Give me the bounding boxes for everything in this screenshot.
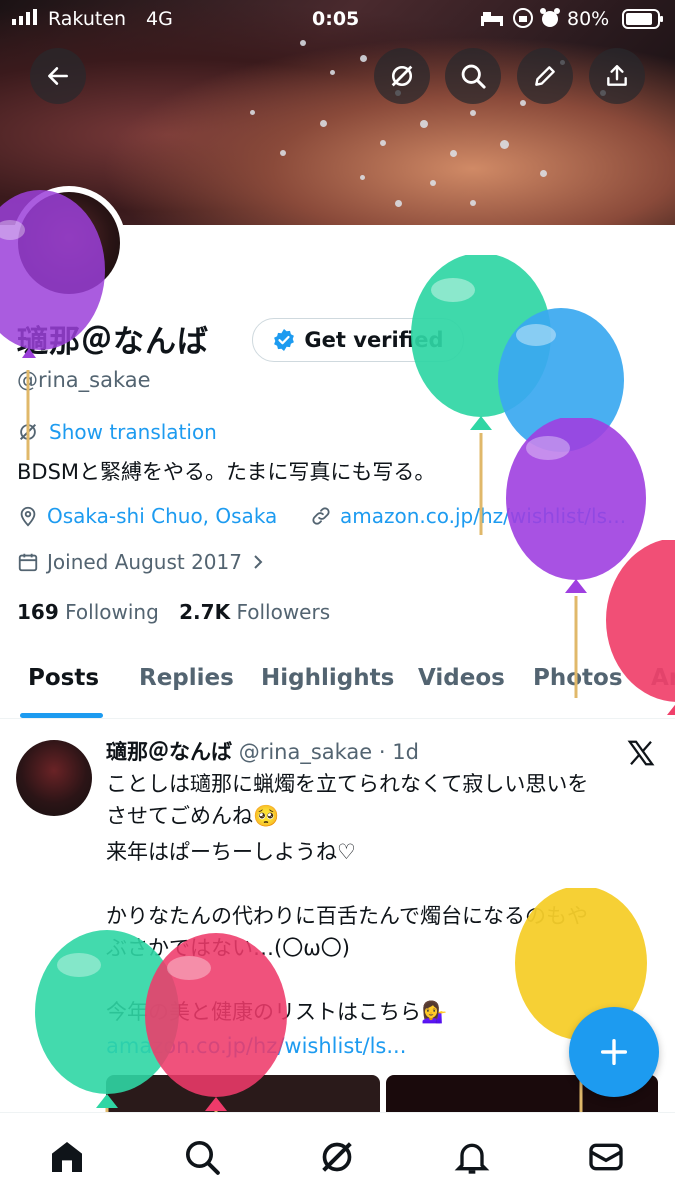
grok-icon (322, 1142, 352, 1172)
signal-icon (12, 9, 37, 25)
follow-stats: 169 Following 2.7K Followers (17, 600, 330, 624)
arrow-left-icon (48, 67, 68, 85)
post-text-line: ことしは瓋那に蝋燭を立てられなくて寂しい思いを (106, 772, 589, 796)
edit-icon (535, 66, 555, 86)
following-label: Following (65, 600, 159, 624)
carrier-label: Rakuten (48, 8, 127, 30)
nav-messages[interactable] (582, 1133, 630, 1181)
rotation-lock-icon (512, 7, 534, 34)
post-author-name[interactable]: 瓋那＠なんば (106, 740, 232, 764)
nav-home[interactable] (43, 1133, 91, 1181)
search-button[interactable] (445, 48, 501, 104)
location-label: Osaka-shi Chuo, Osaka (47, 504, 278, 528)
bed-icon (480, 6, 504, 33)
balloon-red-right (606, 540, 675, 715)
following-count: 169 (17, 600, 59, 624)
nav-grok[interactable] (313, 1133, 361, 1181)
x-logo-icon[interactable] (626, 738, 656, 772)
search-icon (186, 1141, 220, 1175)
profile-bio: BDSMと緊縛をやる。たまに写真にも写る。 (17, 460, 436, 484)
chevron-right-icon (254, 555, 263, 569)
tab-highlights[interactable]: Highlights (261, 665, 394, 691)
followers-count: 2.7K (179, 600, 231, 624)
status-bar: Rakuten 4G 0:05 80% (0, 0, 675, 38)
active-tab-indicator (20, 713, 103, 718)
post-avatar[interactable] (16, 740, 92, 816)
post-text-line: 来年はぱーちーしようね♡ (106, 840, 356, 864)
notifications-icon (454, 1143, 490, 1174)
battery-percent: 80% (567, 8, 610, 30)
clock: 0:05 (312, 8, 360, 30)
nav-search[interactable] (178, 1133, 226, 1181)
alarm-icon (539, 7, 561, 34)
network-label: 4G (146, 8, 173, 30)
joined-label: Joined August 2017 (47, 550, 242, 574)
location-pin-icon (20, 506, 36, 527)
post-header: 瓋那＠なんば @rina_sakae · 1d (106, 736, 419, 766)
post-text-line: させてごめんね🥺 (106, 804, 280, 828)
bottom-nav (0, 1112, 675, 1201)
messages-icon (589, 1143, 623, 1171)
followers-label: Followers (236, 600, 331, 624)
grok-icon (391, 65, 413, 87)
profile-joined[interactable]: Joined August 2017 (17, 550, 266, 574)
balloon-purple-left (0, 190, 105, 460)
plus-icon (600, 1038, 628, 1066)
balloon-red-bottom (145, 933, 287, 1123)
home-icon (52, 1142, 82, 1172)
share-icon (607, 65, 627, 86)
post-time: · 1d (378, 740, 419, 764)
tab-replies[interactable]: Replies (139, 665, 234, 691)
back-button[interactable] (30, 48, 86, 104)
nav-notifications[interactable] (448, 1133, 496, 1181)
battery-icon (622, 9, 664, 34)
calendar-icon (18, 553, 38, 572)
compose-button[interactable] (569, 1007, 659, 1097)
following-link[interactable]: 169 Following (17, 600, 159, 624)
post-author-handle: @rina_sakae (238, 740, 373, 764)
tab-videos[interactable]: Videos (418, 665, 505, 691)
link-icon (312, 507, 330, 525)
tab-posts[interactable]: Posts (28, 665, 99, 691)
verified-badge-icon (274, 329, 295, 351)
share-button[interactable] (589, 48, 645, 104)
edit-button[interactable] (517, 48, 573, 104)
followers-link[interactable]: 2.7K Followers (179, 600, 330, 624)
search-icon (461, 64, 486, 89)
grok-button[interactable] (374, 48, 430, 104)
profile-location[interactable]: Osaka-shi Chuo, Osaka (17, 504, 277, 528)
